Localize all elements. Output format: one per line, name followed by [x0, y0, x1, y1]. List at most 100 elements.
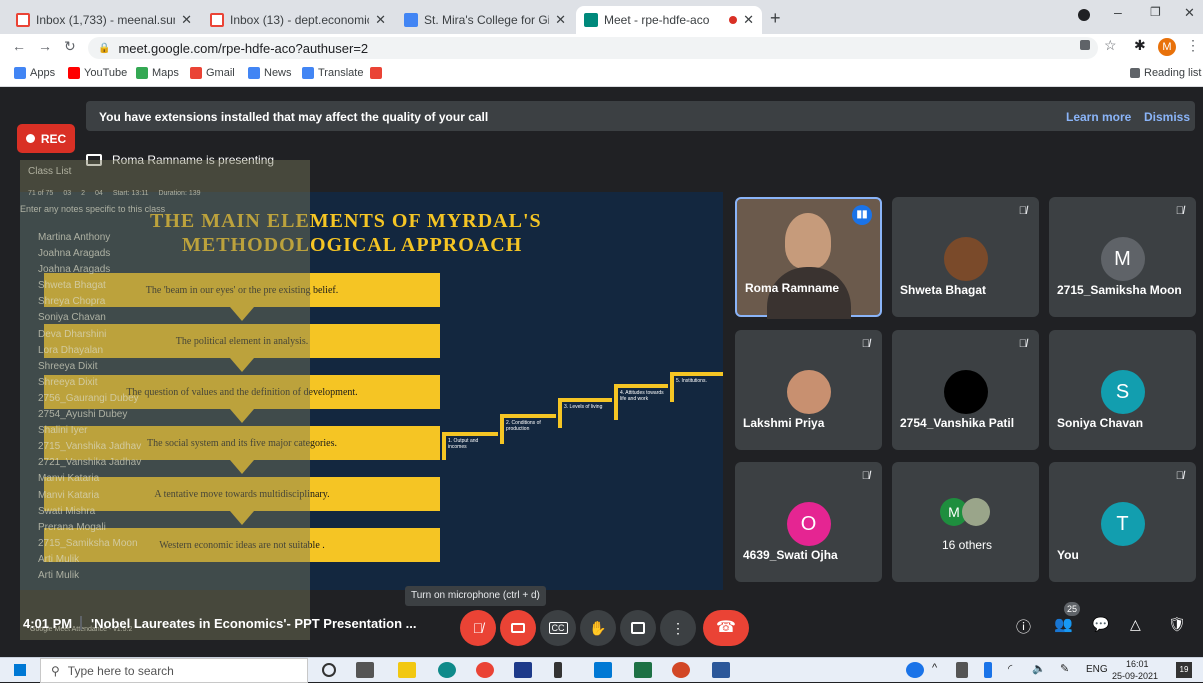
- extension-warning-bar: You have extensions installed that may a…: [86, 101, 1195, 131]
- bookmark-gmail[interactable]: Gmail: [190, 67, 235, 79]
- winamp-icon[interactable]: [554, 662, 562, 678]
- attendance-stats: 71 of 75 03 2 04 Start: 13:11 Duration: …: [28, 190, 306, 197]
- clock-time[interactable]: 16:01: [1126, 659, 1149, 669]
- participant-tile[interactable]: S Soniya Chavan: [1049, 330, 1196, 450]
- dismiss-button[interactable]: Dismiss: [1144, 110, 1190, 124]
- file-explorer-icon[interactable]: [398, 662, 416, 678]
- bookmark-translate[interactable]: Translate: [302, 67, 363, 79]
- recording-dot-icon: [729, 16, 738, 24]
- chrome-icon[interactable]: [476, 662, 494, 678]
- class-list-dropdown[interactable]: Class List: [28, 166, 71, 177]
- tab-meet[interactable]: Meet - rpe-hdfe-aco ✕: [576, 6, 762, 34]
- stat: 03: [63, 190, 72, 197]
- camera-icon[interactable]: [1080, 40, 1090, 50]
- usb-icon[interactable]: [984, 662, 992, 678]
- participant-name: Shweta Bhagat: [900, 283, 987, 297]
- learn-more-link[interactable]: Learn more: [1066, 110, 1131, 124]
- url-field[interactable]: 🔒 meet.google.com/rpe-hdfe-aco?authuser=…: [88, 37, 1098, 59]
- word-icon[interactable]: [712, 662, 730, 678]
- powerpoint-icon[interactable]: [672, 662, 690, 678]
- close-window-button[interactable]: ✕: [1184, 5, 1195, 21]
- dropbox-icon[interactable]: [514, 662, 532, 678]
- task-view-icon[interactable]: [356, 662, 374, 678]
- forward-icon[interactable]: →: [38, 38, 52, 54]
- star-icon[interactable]: ☆: [1104, 37, 1117, 54]
- more-options-button[interactable]: ⋮: [660, 610, 696, 646]
- activities-icon[interactable]: △: [1130, 616, 1141, 633]
- reload-icon[interactable]: ↻: [64, 38, 76, 55]
- pen-icon[interactable]: ✎: [1060, 662, 1069, 675]
- list-item: 2721_Vanshika Jadhav: [38, 457, 142, 469]
- mic-toggle-button[interactable]: 🎙̸: [460, 610, 496, 646]
- chevron-up-icon[interactable]: ^: [932, 662, 937, 674]
- bookmark-youtube[interactable]: YouTube: [68, 67, 127, 79]
- bookmark-gmail-2[interactable]: [370, 67, 382, 79]
- list-item: 2715_Samiksha Moon: [38, 537, 138, 549]
- maximize-button[interactable]: ❐: [1150, 5, 1161, 19]
- meeting-details-icon[interactable]: ⓘ: [1016, 616, 1031, 637]
- step-4: 4. Attitudes towards life and work: [614, 384, 668, 420]
- participant-tile[interactable]: 🎙̸ Shweta Bhagat: [892, 197, 1039, 317]
- close-tab-icon[interactable]: ✕: [375, 12, 386, 28]
- captions-button[interactable]: CC: [540, 610, 576, 646]
- list-item: Joahna Aragads: [38, 248, 111, 260]
- present-button[interactable]: [620, 610, 656, 646]
- edge-icon[interactable]: [438, 662, 456, 678]
- bookmark-news[interactable]: News: [248, 67, 292, 79]
- list-item: Shalini Iyer: [38, 425, 88, 437]
- cortana-icon[interactable]: [322, 663, 336, 677]
- close-tab-icon[interactable]: ✕: [555, 12, 566, 28]
- people-icon[interactable]: 👥: [1054, 615, 1073, 633]
- record-dot-icon: [25, 134, 35, 143]
- close-tab-icon[interactable]: ✕: [181, 12, 192, 28]
- avatar: S: [1100, 370, 1145, 414]
- bookmark-apps[interactable]: Apps: [14, 67, 55, 79]
- participant-name: Lakshmi Priya: [743, 416, 825, 430]
- participant-tile[interactable]: 🎙̸ O 4639_Swati Ojha: [735, 462, 882, 582]
- participant-name: 2715_Samiksha Moon: [1057, 283, 1182, 297]
- extensions-icon[interactable]: ✱: [1134, 37, 1146, 54]
- participant-tile-presenter[interactable]: ▮▮ Roma Ramname: [735, 197, 882, 319]
- wifi-icon[interactable]: ◜: [1008, 662, 1012, 675]
- participant-tile-others[interactable]: M 16 others: [892, 462, 1039, 582]
- notification-center-icon[interactable]: 19: [1176, 662, 1192, 678]
- taskbar-search-box[interactable]: ⚲ Type here to search: [40, 658, 308, 683]
- leave-call-button[interactable]: ☎: [703, 610, 749, 646]
- tab-gmail-inbox-2[interactable]: Inbox (13) - dept.economics@st ✕: [202, 6, 394, 34]
- help-icon[interactable]: [906, 662, 924, 678]
- host-controls-icon[interactable]: 🛡: [1168, 616, 1186, 633]
- raise-hand-button[interactable]: ✋: [580, 610, 616, 646]
- list-item: Manvi Kataria: [38, 489, 100, 501]
- profile-avatar[interactable]: M: [1158, 38, 1176, 56]
- new-tab-button[interactable]: +: [770, 8, 781, 29]
- list-item: Shreeya Dixit: [38, 376, 98, 388]
- tab-search-icon[interactable]: [1078, 9, 1090, 21]
- menu-icon[interactable]: ⋮: [1186, 37, 1200, 54]
- reading-list-button[interactable]: Reading list: [1130, 67, 1201, 79]
- participant-tile[interactable]: 🎙̸ M 2715_Samiksha Moon: [1049, 197, 1196, 317]
- participant-tile[interactable]: 🎙̸ 2754_Vanshika Patil: [892, 330, 1039, 450]
- hand-icon: ✋: [589, 619, 607, 636]
- windows-start-icon[interactable]: [14, 664, 26, 676]
- volume-icon[interactable]: 🔈: [1032, 662, 1046, 675]
- tab-gmail-inbox-1[interactable]: Inbox (1,733) - meenal.sumant@ ✕: [8, 6, 200, 34]
- network-icon[interactable]: [956, 662, 968, 678]
- minimize-button[interactable]: –: [1114, 4, 1122, 20]
- camera-toggle-button[interactable]: [500, 610, 536, 646]
- participant-tile[interactable]: 🎙̸ Lakshmi Priya: [735, 330, 882, 450]
- participant-tile-self[interactable]: 🎙̸ T You: [1049, 462, 1196, 582]
- back-icon[interactable]: ←: [12, 38, 26, 54]
- excel-icon[interactable]: [634, 662, 652, 678]
- notes-field[interactable]: Enter any notes specific to this class: [20, 204, 165, 214]
- avatar: [943, 237, 988, 281]
- language-indicator[interactable]: ENG: [1086, 664, 1108, 675]
- list-item: Arti Mulik: [38, 553, 80, 565]
- close-tab-icon[interactable]: ✕: [743, 12, 754, 28]
- mail-icon[interactable]: [594, 662, 612, 678]
- tab-calendar[interactable]: St. Mira's College for Girls - Calen ✕: [396, 6, 574, 34]
- more-vert-icon: ⋮: [671, 619, 685, 636]
- chat-icon[interactable]: 💬: [1092, 616, 1109, 633]
- bookmark-maps[interactable]: Maps: [136, 67, 179, 79]
- stat: 2: [81, 190, 86, 197]
- clock-date[interactable]: 25-09-2021: [1112, 671, 1158, 681]
